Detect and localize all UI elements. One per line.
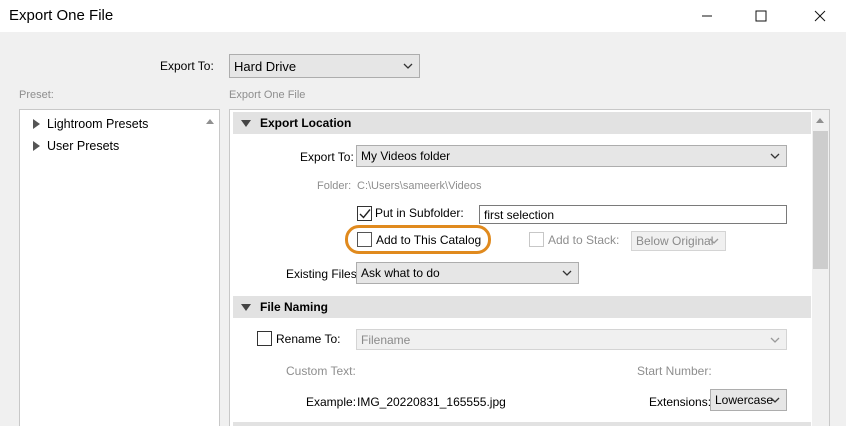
- section-title: Export Location: [260, 116, 352, 130]
- chevron-down-icon: [562, 270, 572, 276]
- stack-position-value: Below Original: [636, 234, 714, 248]
- settings-scrollbar[interactable]: [812, 110, 829, 426]
- add-to-catalog-label: Add to This Catalog: [376, 233, 482, 247]
- rename-to-dropdown[interactable]: Filename: [356, 329, 787, 350]
- maximize-icon: [755, 10, 767, 22]
- location-export-to-value: My Videos folder: [361, 149, 451, 163]
- extensions-label: Extensions:: [649, 395, 712, 409]
- file-naming-header[interactable]: File Naming: [233, 296, 811, 318]
- close-icon: [814, 10, 826, 22]
- scroll-up-icon: [206, 119, 214, 124]
- expand-arrow-icon: [33, 119, 40, 129]
- add-to-stack-label: Add to Stack:: [548, 233, 620, 247]
- preset-item-user[interactable]: User Presets: [33, 139, 119, 153]
- maximize-button[interactable]: [738, 0, 784, 32]
- export-to-label: Export To:: [160, 59, 214, 73]
- rename-to-value: Filename: [361, 332, 411, 347]
- close-button[interactable]: [797, 0, 843, 32]
- put-in-subfolder-checkbox[interactable]: [357, 206, 372, 221]
- minimize-icon: [702, 15, 712, 17]
- subfolder-input[interactable]: first selection: [479, 205, 787, 224]
- export-to-dropdown[interactable]: Hard Drive: [229, 54, 420, 78]
- section-title: File Naming: [260, 300, 329, 314]
- stack-position-dropdown[interactable]: Below Original: [631, 231, 726, 251]
- custom-text-label: Custom Text:: [286, 364, 356, 378]
- start-number-label: Start Number:: [637, 364, 712, 378]
- collapse-arrow-icon: [241, 303, 251, 311]
- subfolder-value: first selection: [484, 207, 555, 222]
- preset-item-label: Lightroom Presets: [47, 117, 149, 131]
- collapse-arrow-icon: [241, 119, 251, 127]
- preset-list: [19, 109, 220, 426]
- chevron-down-icon: [770, 153, 780, 159]
- window-title: Export One File: [9, 7, 114, 24]
- location-export-to-label: Export To:: [300, 150, 354, 164]
- chevron-down-icon: [403, 63, 413, 69]
- extensions-value: Lowercase: [715, 393, 774, 407]
- existing-files-value: Ask what to do: [361, 266, 440, 280]
- minimize-button[interactable]: [684, 0, 730, 32]
- chevron-down-icon: [709, 238, 719, 244]
- export-to-value: Hard Drive: [234, 58, 297, 74]
- next-section-header: [233, 422, 811, 426]
- folder-path: C:\Users\sameerk\Videos: [357, 180, 482, 192]
- add-to-catalog-checkbox[interactable]: [357, 232, 372, 247]
- export-location-header[interactable]: Export Location: [233, 112, 811, 134]
- checkmark-icon: [359, 209, 371, 219]
- main-heading: Export One File: [229, 89, 306, 101]
- put-in-subfolder-label: Put in Subfolder:: [375, 206, 464, 220]
- example-value: IMG_20220831_165555.jpg: [357, 395, 506, 409]
- folder-label: Folder:: [317, 180, 352, 192]
- preset-label: Preset:: [19, 89, 54, 101]
- chevron-down-icon: [770, 337, 780, 343]
- preset-item-lightroom[interactable]: Lightroom Presets: [33, 117, 148, 131]
- scroll-up-icon: [816, 118, 824, 123]
- existing-files-label: Existing Files:: [286, 267, 361, 281]
- rename-to-label: Rename To:: [276, 332, 341, 346]
- existing-files-dropdown[interactable]: Ask what to do: [356, 262, 579, 284]
- add-to-stack-checkbox[interactable]: [529, 232, 544, 247]
- expand-arrow-icon: [33, 141, 40, 151]
- location-export-to-dropdown[interactable]: My Videos folder: [356, 145, 787, 167]
- rename-to-checkbox[interactable]: [257, 331, 272, 346]
- preset-scrollbar[interactable]: [202, 110, 219, 426]
- preset-item-label: User Presets: [47, 139, 120, 153]
- extensions-dropdown[interactable]: Lowercase: [710, 389, 787, 411]
- example-label: Example:: [306, 395, 357, 409]
- scrollbar-thumb[interactable]: [813, 131, 828, 269]
- chevron-down-icon: [770, 397, 780, 403]
